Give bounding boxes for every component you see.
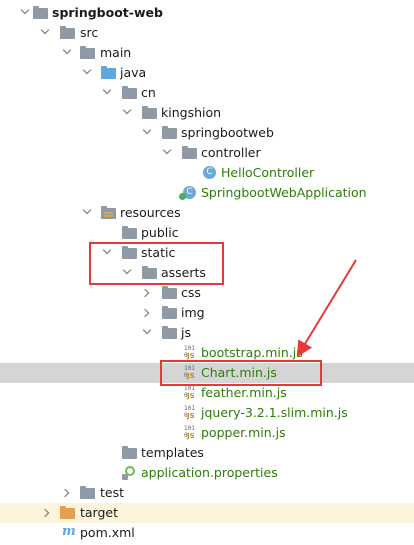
tree-row-templates[interactable]: templates (0, 443, 414, 463)
tree-label: popper.min.js (201, 425, 286, 440)
tree-row-kingshion[interactable]: kingshion (0, 103, 414, 123)
folder-icon (80, 486, 96, 500)
spring-boot-class-icon: C (179, 186, 198, 200)
tree-row-pom-xml[interactable]: m pom.xml (0, 523, 414, 543)
tree-label: SpringbootWebApplication (201, 185, 367, 200)
folder-icon (122, 226, 138, 240)
tree-row-css[interactable]: css (0, 283, 414, 303)
class-icon: C (202, 166, 218, 180)
tree-label: cn (141, 85, 156, 100)
chevron-down-icon[interactable] (142, 125, 152, 135)
chevron-down-icon[interactable] (102, 85, 112, 95)
chevron-right-icon[interactable] (140, 308, 150, 318)
highlight-box-static-asserts (89, 242, 224, 285)
tree-row-springbootweb[interactable]: springbootweb (0, 123, 414, 143)
chevron-right-icon[interactable] (140, 288, 150, 298)
chevron-down-icon[interactable] (122, 105, 132, 115)
folder-icon (162, 306, 178, 320)
resources-folder-icon (101, 206, 117, 220)
tree-label: application.properties (141, 465, 278, 480)
tree-label: target (80, 505, 119, 520)
chevron-down-icon[interactable] (40, 25, 50, 35)
tree-label: jquery-3.2.1.slim.min.js (201, 405, 348, 420)
tree-label: public (141, 225, 179, 240)
tree-label: test (100, 485, 125, 500)
highlight-box-chart-min-js (160, 360, 322, 386)
chevron-down-icon[interactable] (162, 145, 172, 155)
chevron-down-icon[interactable] (82, 205, 92, 215)
tree-row-resources[interactable]: resources (0, 203, 414, 223)
tree-label: js (181, 325, 191, 340)
folder-icon (60, 26, 76, 40)
tree-row-main[interactable]: main (0, 43, 414, 63)
folder-icon (162, 326, 178, 340)
folder-icon (162, 286, 178, 300)
tree-row-js[interactable]: js (0, 323, 414, 343)
folder-icon (80, 46, 96, 60)
tree-row-java[interactable]: java (0, 63, 414, 83)
tree-label: css (181, 285, 201, 300)
tree-label: kingshion (161, 105, 222, 120)
package-icon (122, 86, 138, 100)
tree-label: controller (201, 145, 261, 160)
tree-row-cn[interactable]: cn (0, 83, 414, 103)
js-file-icon: 101 0 JS (184, 425, 195, 440)
folder-icon (122, 446, 138, 460)
tree-label: resources (120, 205, 181, 220)
tree-row-application-properties[interactable]: application.properties (0, 463, 414, 483)
tree-label: feather.min.js (201, 385, 287, 400)
tree-label: main (100, 45, 132, 60)
tree-row-jquery-slim-min-js[interactable]: 101 0 JS jquery-3.2.1.slim.min.js (0, 403, 414, 423)
tree-row-public[interactable]: public (0, 223, 414, 243)
tree-label: springboot-web (52, 5, 163, 20)
tree-label: pom.xml (80, 525, 135, 540)
tree-row-popper-min-js[interactable]: 101 0 JS popper.min.js (0, 423, 414, 443)
tree-label: springbootweb (181, 125, 274, 140)
chevron-right-icon[interactable] (40, 508, 50, 518)
tree-row-target[interactable]: target (0, 503, 414, 523)
tree-row-img[interactable]: img (0, 303, 414, 323)
chevron-down-icon[interactable] (20, 5, 30, 15)
tree-label: src (80, 25, 99, 40)
package-icon (142, 106, 158, 120)
tree-row-hello-controller[interactable]: C HelloController (0, 163, 414, 183)
maven-file-icon: m (62, 524, 76, 539)
tree-row-src[interactable]: src (0, 23, 414, 43)
excluded-folder-icon (60, 506, 76, 520)
tree-label: templates (141, 445, 204, 460)
tree-label: HelloController (221, 165, 315, 180)
project-tree: springboot-web src main java cn kingshio… (0, 0, 414, 545)
chevron-down-icon[interactable] (142, 325, 152, 335)
package-icon (182, 146, 198, 160)
tree-label: java (120, 65, 147, 80)
tree-row-feather-min-js[interactable]: 101 0 JS feather.min.js (0, 383, 414, 403)
module-folder-icon (33, 6, 49, 20)
tree-row-springboot-web[interactable]: springboot-web (0, 3, 414, 23)
tree-label: img (181, 305, 205, 320)
js-file-icon: 101 0 JS (184, 385, 195, 400)
chevron-down-icon[interactable] (82, 65, 92, 75)
chevron-down-icon[interactable] (62, 45, 72, 55)
tree-row-controller[interactable]: controller (0, 143, 414, 163)
js-file-icon: 101 0 JS (184, 405, 195, 420)
properties-file-icon (122, 466, 138, 480)
tree-row-test[interactable]: test (0, 483, 414, 503)
spring-leaf-icon (179, 193, 186, 200)
package-icon (162, 126, 178, 140)
chevron-right-icon[interactable] (60, 488, 70, 498)
tree-row-springboot-web-application[interactable]: C SpringbootWebApplication (0, 183, 414, 203)
js-file-icon: 101 0 JS (184, 345, 195, 360)
source-folder-icon (101, 66, 117, 80)
